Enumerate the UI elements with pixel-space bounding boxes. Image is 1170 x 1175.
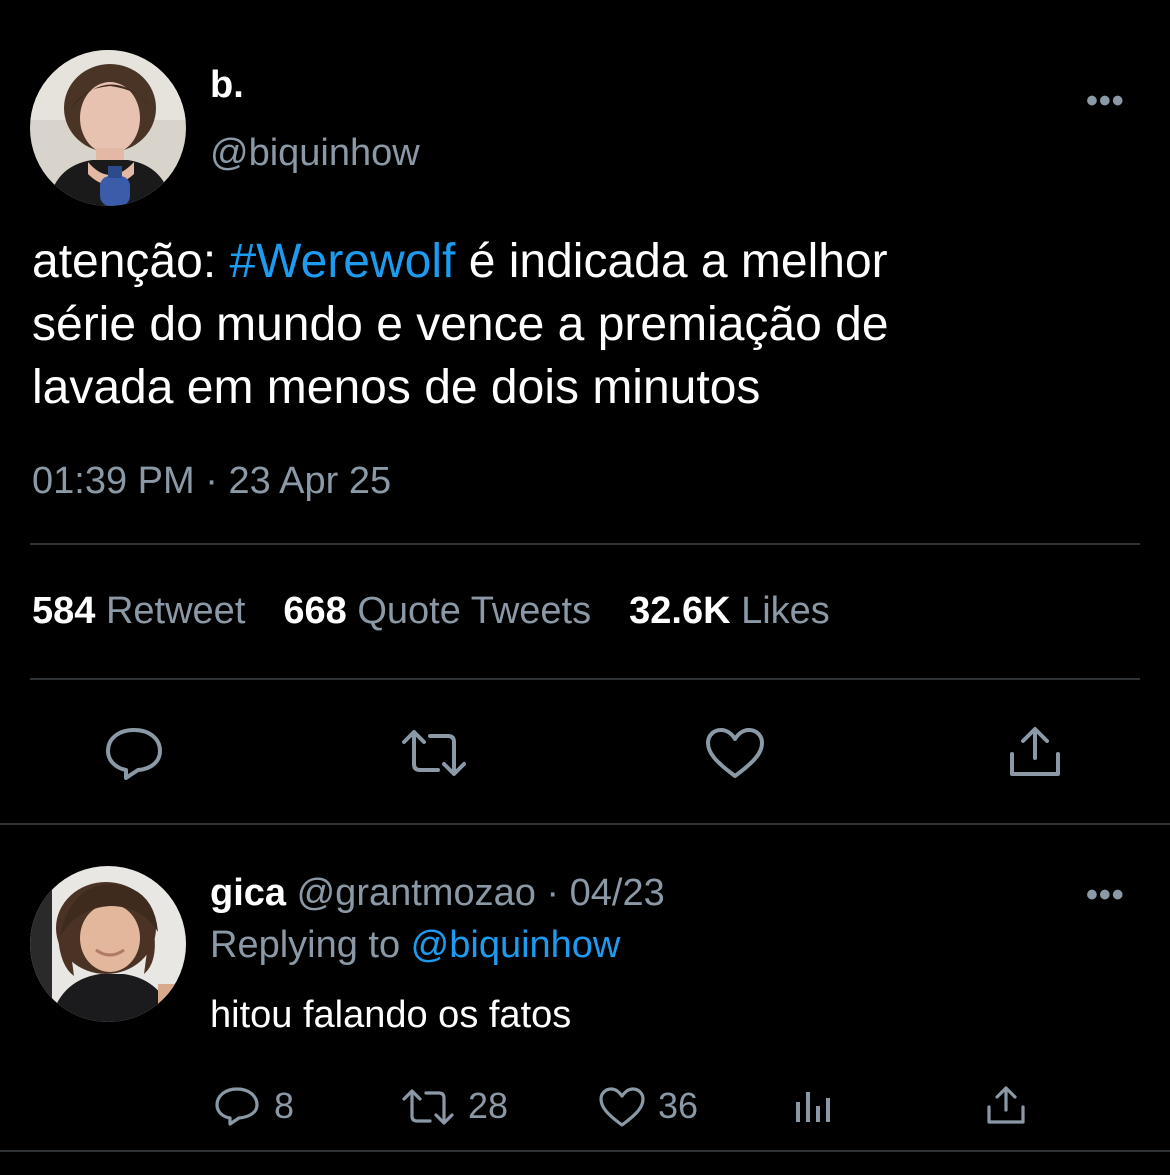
main-avatar[interactable] <box>30 50 186 206</box>
reply-icon[interactable] <box>104 726 164 780</box>
analytics-icon[interactable] <box>794 1088 834 1124</box>
tweet-text-suffix: é indicada a melhor <box>455 235 888 288</box>
main-handle[interactable]: @biquinhow <box>210 132 420 175</box>
main-more-button[interactable]: ••• <box>1086 82 1125 121</box>
reply-date[interactable]: 04/23 <box>570 872 665 914</box>
reply-like-count: 36 <box>658 1085 699 1126</box>
likes-label: Likes <box>741 590 830 632</box>
quotes-stat[interactable]: 668 Quote Tweets <box>283 590 591 632</box>
replying-to-mention[interactable]: @biquinhow <box>411 924 621 966</box>
divider-end <box>0 1150 1170 1152</box>
reply-share-icon[interactable] <box>984 1084 1028 1126</box>
reply-reply-icon[interactable] <box>214 1086 260 1126</box>
reply-retweet-count: 28 <box>468 1085 509 1126</box>
tweet-text-line-3: lavada em menos de dois minutos <box>32 361 761 414</box>
quotes-label: Quote Tweets <box>357 590 592 632</box>
retweets-stat[interactable]: 584 Retweet <box>32 590 245 632</box>
hashtag-link[interactable]: #Werewolf <box>229 235 455 288</box>
reply-display-name[interactable]: gica <box>210 872 286 914</box>
quotes-count: 668 <box>283 590 347 632</box>
tweet-timestamp[interactable]: 01:39 PM · 23 Apr 25 <box>32 460 391 503</box>
reply-separator: · <box>535 872 570 914</box>
share-icon[interactable] <box>1006 724 1064 780</box>
retweets-label: Retweet <box>105 590 246 632</box>
reply-retweet-icon[interactable] <box>400 1088 456 1126</box>
likes-stat[interactable]: 32.6K Likes <box>629 590 830 632</box>
divider-middle <box>30 678 1140 680</box>
reply-avatar[interactable] <box>30 866 186 1022</box>
retweets-count: 584 <box>32 590 96 632</box>
tweet-time: 01:39 PM <box>32 460 195 502</box>
divider-top <box>30 543 1140 545</box>
tweet-text: atenção: #Werewolf é indicada a melhor s… <box>32 230 1132 419</box>
tweet-text-prefix: atenção: <box>32 235 230 288</box>
tweet-stats: 584 Retweet 668 Quote Tweets 32.6K Likes <box>32 590 830 633</box>
reply-text: hitou falando os fatos <box>210 994 572 1036</box>
reply-reply-count: 8 <box>274 1085 295 1126</box>
retweet-icon[interactable] <box>398 728 470 778</box>
reply-more-button[interactable]: ••• <box>1086 876 1125 915</box>
reply-heart-icon[interactable] <box>598 1086 646 1128</box>
tweet-date: 23 Apr 25 <box>228 460 392 502</box>
replying-to-label: Replying to <box>210 924 411 966</box>
likes-count: 32.6K <box>629 590 731 632</box>
meta-separator: · <box>194 460 229 502</box>
tweet-text-line-2: série do mundo e vence a premiação de <box>32 298 889 351</box>
tweet-text-line-1: atenção: #Werewolf é indicada a melhor <box>32 230 1132 293</box>
heart-icon[interactable] <box>704 726 766 780</box>
reply-handle[interactable]: @grantmozao <box>297 872 536 914</box>
divider-bottom <box>0 823 1170 825</box>
reply-header: gica @grantmozao · 04/23 <box>210 872 665 915</box>
main-display-name[interactable]: b. <box>210 64 244 107</box>
replying-to: Replying to @biquinhow <box>210 924 620 967</box>
